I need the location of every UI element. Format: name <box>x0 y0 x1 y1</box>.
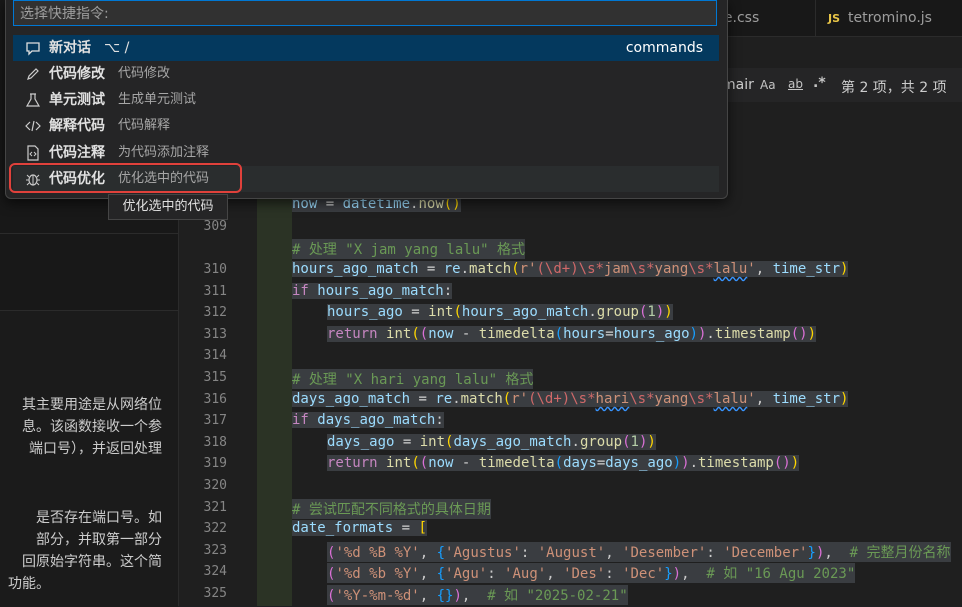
response-line: 功能。 <box>8 576 50 592</box>
beaker-icon <box>25 93 41 107</box>
line-number: 321 <box>203 500 227 515</box>
code-line: ('%d %B %Y', {'Agustus': 'August', 'Dese… <box>327 542 951 562</box>
code-icon <box>25 120 41 132</box>
response-line: 回原始字符串。这个简 <box>22 554 162 570</box>
quick-pick-item-new-chat[interactable]: 新对话 ⌥ / commands <box>13 35 719 61</box>
line-number: 315 <box>203 370 227 385</box>
line-number: 322 <box>203 521 227 536</box>
pencil-icon <box>27 68 39 80</box>
code-line: ('%d %b %Y', {'Agu': 'Aug', 'Des': 'Dec'… <box>327 563 856 583</box>
response-line: 端口号），并返回处理 <box>29 441 162 457</box>
item-label: 新对话 <box>49 40 91 56</box>
code-line: # 处理 "X hari yang lalu" 格式 <box>292 369 534 389</box>
item-description: 生成单元测试 <box>118 92 197 107</box>
code-line: if days_ago_match: <box>292 412 444 428</box>
code-line: hours_ago = int(hours_ago_match.group(1)… <box>327 304 673 320</box>
regex-toggle[interactable]: .* <box>813 75 826 91</box>
match-count: 第 2 项，共 2 项 <box>841 80 947 96</box>
response-paragraph-2: 是否存在端口号。如 部分，并取第一部分 回原始字符串。这个简 功能。 <box>0 507 178 595</box>
item-description: 代码解释 <box>118 118 171 133</box>
quick-pick-input-box[interactable] <box>13 0 717 26</box>
code-line: return int((now - timedelta(days=days_ag… <box>327 455 800 471</box>
annotation-highlight <box>9 163 242 193</box>
code-line: # 处理 "X jam yang lalu" 格式 <box>292 239 526 259</box>
line-number: 324 <box>203 564 227 579</box>
js-file-icon: JS <box>828 12 841 25</box>
code-line: hours_ago_match = re.match(r'(\d+)\s*jam… <box>292 261 849 277</box>
line-number: 320 <box>203 478 227 493</box>
comment-icon <box>26 42 40 56</box>
tooltip: 优化选中的代码 <box>108 194 228 220</box>
quick-pick-input[interactable] <box>18 3 712 25</box>
response-paragraph-1: 其主要用途是从网络位 息。该函数接收一个参 端口号），并返回处理 <box>0 394 178 460</box>
tab-label: tetromino.js <box>848 10 932 26</box>
line-number: 317 <box>203 413 227 428</box>
response-line: 部分，并取第一部分 <box>36 532 162 548</box>
line-number: 309 <box>203 219 227 234</box>
item-label: 单元测试 <box>49 92 105 108</box>
whole-word-toggle[interactable]: ab <box>788 77 803 91</box>
tab-tetromino[interactable]: JS tetromino.js <box>815 0 944 36</box>
code-line: if hours_ago_match: <box>292 283 453 299</box>
item-label: 解释代码 <box>49 118 105 134</box>
code-line: ('%Y-%m-%d', {}), # 如 "2025-02-21" <box>327 585 628 605</box>
file-code-icon <box>27 145 39 161</box>
item-category: commands <box>625 40 703 56</box>
line-number: 312 <box>203 305 227 320</box>
code-line: days_ago_match = re.match(r'(\d+)\s*hari… <box>292 391 849 407</box>
line-number: 310 <box>203 262 227 277</box>
quick-pick-item-explain-code[interactable]: 解释代码 代码解释 <box>13 113 719 139</box>
item-description: 代码修改 <box>118 66 171 81</box>
quick-pick-item-unit-test[interactable]: 单元测试 生成单元测试 <box>13 87 719 113</box>
line-number: 318 <box>203 435 227 450</box>
item-label: 代码修改 <box>49 66 105 82</box>
response-line: 其主要用途是从网络位 <box>22 397 162 413</box>
find-widget: mair Aa ab .* 第 2 项，共 2 项 <box>704 68 962 102</box>
line-number: 323 <box>203 543 227 558</box>
indent-guide <box>257 196 292 606</box>
line-number: 325 <box>203 586 227 601</box>
line-number: 319 <box>203 456 227 471</box>
line-number: 313 <box>203 327 227 342</box>
match-case-toggle[interactable]: Aa <box>760 78 776 92</box>
code-line: days_ago = int(days_ago_match.group(1)) <box>327 434 656 450</box>
quick-pick-item-code-edit[interactable]: 代码修改 代码修改 <box>13 61 719 87</box>
divider <box>0 233 178 234</box>
code-line: # 尝试匹配不同格式的具体日期 <box>292 499 491 519</box>
response-line: 息。该函数接收一个参 <box>22 419 162 435</box>
code-line: return int((now - timedelta(hours=hours_… <box>327 326 817 342</box>
line-number: 316 <box>203 392 227 407</box>
line-number: 314 <box>203 348 227 363</box>
code-line: date_formats = [ <box>292 520 427 536</box>
line-number: 311 <box>203 284 227 299</box>
response-line: 是否存在端口号。如 <box>36 510 162 526</box>
keybinding: ⌥ / <box>104 40 130 56</box>
